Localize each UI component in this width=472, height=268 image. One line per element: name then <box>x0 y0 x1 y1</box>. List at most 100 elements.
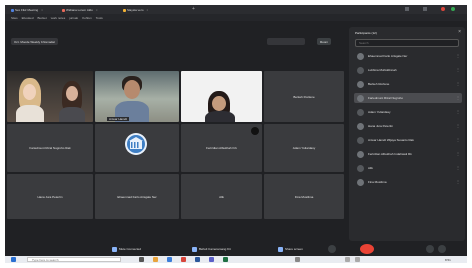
participant-list-name: Ferizdian Albukhah Indahwati Rk <box>368 152 412 156</box>
file-explorer-icon[interactable] <box>153 257 158 262</box>
participant-list-name: Fariedmunt Rizal Nugroho <box>368 96 404 100</box>
leave-call-button[interactable] <box>360 244 374 254</box>
avatar <box>357 136 364 144</box>
bookmark-item[interactable]: Tools <box>96 16 103 20</box>
browser-tab-1[interactable]: Sex Fikir Meeting × <box>11 7 43 13</box>
network-icon[interactable] <box>345 257 350 262</box>
chat-button[interactable] <box>438 245 446 253</box>
participant-name: Fariedmunt Rizal Nugroho Rak <box>29 146 71 150</box>
participant-tile[interactable]: Alik <box>181 174 262 219</box>
video-tile[interactable] <box>7 71 93 122</box>
room-button[interactable]: Room <box>317 38 332 45</box>
participant-tile[interactable]: Fariedmunt Rizal Nugroho Rak <box>7 124 93 172</box>
participant-list-name: Lubbina Muhiddinnah <box>368 68 397 72</box>
more-options-icon[interactable]: ⋮ <box>456 152 460 156</box>
volume-icon[interactable] <box>355 257 360 262</box>
new-tab-button[interactable]: + <box>192 7 195 12</box>
participant-list-item[interactable]: Ferizdian Albukhah Indahwati Rk ⋮ <box>354 149 462 159</box>
participant-tile[interactable]: Ehaemnad Farlo Arisgale Ner <box>95 174 179 219</box>
participant-list-item[interactable]: Ehaemnad Farlo Arisgale Ner ⋮ <box>354 51 462 61</box>
bookmark-item[interactable]: Kohfen <box>82 16 92 20</box>
layout-toggle-button[interactable] <box>267 38 305 45</box>
browser-tab-2[interactable]: Widiana Lorem Aldo × <box>62 7 98 13</box>
taskbar-search-input[interactable]: Type here to search <box>27 257 121 262</box>
bookmarks-bar: Sites Ebooked Bucket work notes jurnalo … <box>5 14 467 21</box>
meeting-title: Oct. Moode Weekly 1Nomadat <box>11 38 58 45</box>
camera-label: Behuli Cameramang Kit <box>199 247 231 251</box>
more-options-icon[interactable]: ⋮ <box>456 138 460 142</box>
chrome-browser-icon[interactable] <box>181 257 186 262</box>
more-options-icon[interactable]: ⋮ <box>456 54 460 58</box>
more-options-icon[interactable]: ⋮ <box>456 180 460 184</box>
more-options-icon[interactable]: ⋮ <box>456 166 460 170</box>
start-menu-icon[interactable] <box>11 257 16 262</box>
excel-icon[interactable] <box>223 257 228 262</box>
participant-tile[interactable]: Adam Yuliardasy <box>264 124 344 172</box>
avatar <box>357 150 364 158</box>
more-options-icon[interactable]: ⋮ <box>456 82 460 86</box>
tab-close-icon[interactable]: × <box>147 8 149 12</box>
avatar <box>357 108 364 116</box>
participant-list-item[interactable]: Adam Yuliardasy ⋮ <box>354 107 462 117</box>
avatar <box>357 164 364 172</box>
os-taskbar: Type here to search 8:51 <box>5 256 467 263</box>
participant-list-item[interactable]: Hana Jura Petertin ⋮ <box>354 121 462 131</box>
more-options-button[interactable] <box>426 245 434 253</box>
participant-tile[interactable]: Berkeh Rozlene <box>264 71 344 122</box>
avatar <box>357 94 364 102</box>
video-tile[interactable]: Anwar Hamdi <box>95 71 179 122</box>
participant-body <box>16 105 44 122</box>
participant-list-item[interactable]: Fariedmunt Rizal Nugroho ⋮ <box>354 93 462 103</box>
meeting-window: Sex Fikir Meeting × Widiana Lorem Aldo ×… <box>5 5 467 263</box>
participant-list-item[interactable]: Lubbina Muhiddinnah ⋮ <box>354 65 462 75</box>
bookmark-item[interactable]: jurnalo <box>69 16 78 20</box>
more-options-icon[interactable]: ⋮ <box>456 110 460 114</box>
bookmark-item[interactable]: work notes <box>51 16 66 20</box>
task-view-icon[interactable] <box>139 257 144 262</box>
participant-body <box>59 107 85 122</box>
more-options-icon[interactable]: ⋮ <box>456 124 460 128</box>
close-panel-icon[interactable]: × <box>458 30 461 35</box>
maximize-icon[interactable] <box>423 7 427 11</box>
avatar <box>357 80 364 88</box>
participant-list-item[interactable]: Anwar Hamdi Wijaya Susanto Rak ⋮ <box>354 135 462 145</box>
participants-header: Participants (12) <box>355 31 377 35</box>
tab-label: Slaysta vero <box>127 8 144 12</box>
share-label: Share screen <box>285 247 303 251</box>
video-tile[interactable] <box>181 71 262 122</box>
tab-close-icon[interactable]: × <box>41 8 43 12</box>
teams-icon[interactable] <box>209 257 214 262</box>
camera-button[interactable]: Behuli Cameramang Kit <box>189 245 234 253</box>
avatar <box>357 178 364 186</box>
more-options-icon[interactable]: ⋮ <box>456 68 460 72</box>
close-window-icon[interactable] <box>441 7 445 11</box>
participant-search-input[interactable] <box>355 39 459 47</box>
participant-face <box>212 96 226 111</box>
bookmark-item[interactable]: Bucket <box>38 16 47 20</box>
taskbar-clock: 8:51 <box>445 257 451 262</box>
participant-tile[interactable]: Hana Jura Petertin <box>7 174 93 219</box>
profile-icon[interactable] <box>451 7 455 11</box>
bookmark-item[interactable]: Ebooked <box>22 16 34 20</box>
reactions-button[interactable] <box>328 245 336 253</box>
tab-close-icon[interactable]: × <box>96 8 98 12</box>
share-screen-button[interactable]: Share screen <box>275 245 306 253</box>
participant-list-item[interactable]: Alik ⋮ <box>354 163 462 173</box>
minimize-icon[interactable] <box>405 7 409 11</box>
bookmark-item[interactable]: Sites <box>11 16 18 20</box>
participant-tile[interactable] <box>95 124 179 172</box>
tab-favicon-icon <box>11 8 14 12</box>
more-options-icon[interactable]: ⋮ <box>456 96 460 100</box>
participant-list-item[interactable]: Fina Musilima ⋮ <box>354 177 462 187</box>
participant-body <box>205 111 235 122</box>
participant-tile[interactable]: Fina Musilima <box>264 174 344 219</box>
participant-list-item[interactable]: Berkeh Rozlene ⋮ <box>354 79 462 89</box>
browser-tab-bar: Sex Fikir Meeting × Widiana Lorem Aldo ×… <box>5 5 467 14</box>
camera-icon <box>192 246 197 252</box>
browser-tab-3[interactable]: Slaysta vero × <box>123 7 148 13</box>
word-icon[interactable] <box>195 257 200 262</box>
edge-browser-icon[interactable] <box>167 257 172 262</box>
participant-name: Hana Jura Petertin <box>37 194 63 199</box>
participant-tile[interactable]: Ferizdian Albukhah Frk <box>181 124 262 172</box>
mute-button[interactable]: Mute Connected <box>109 245 144 253</box>
